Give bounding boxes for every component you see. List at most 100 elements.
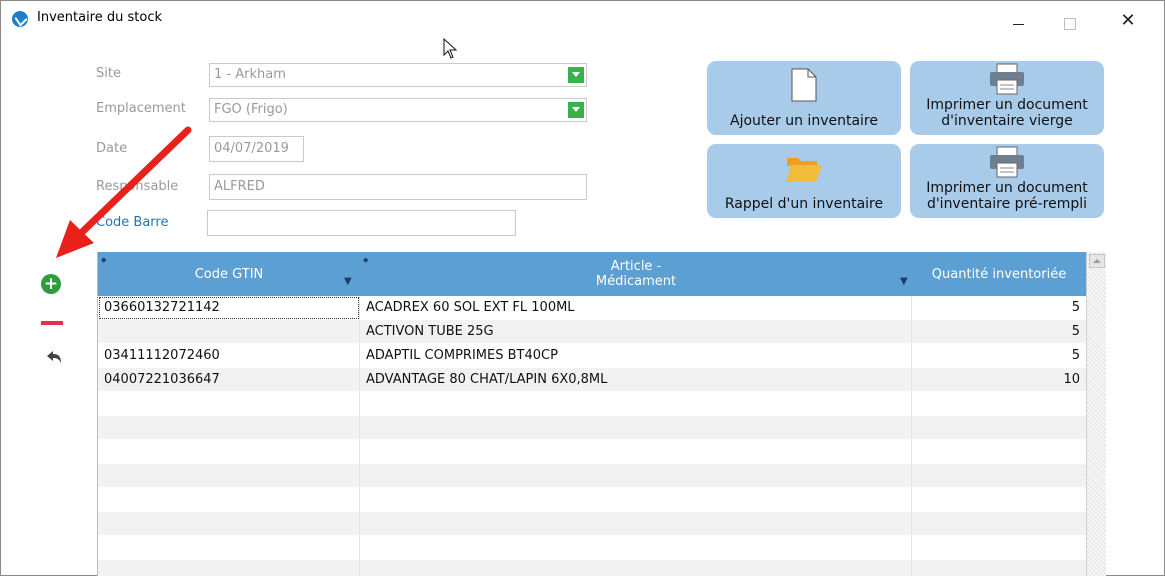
table-row[interactable]: 03411112072460 ADAPTIL COMPRIMES BT40CP 5 xyxy=(98,344,1086,368)
gtin-cell[interactable] xyxy=(98,416,360,440)
quantity-cell[interactable] xyxy=(912,560,1086,576)
close-button[interactable]: ✕ xyxy=(1105,7,1151,35)
site-label: Site xyxy=(96,66,121,81)
site-value: 1 - Arkham xyxy=(214,67,286,82)
article-cell[interactable]: ADVANTAGE 80 CHAT/LAPIN 6X0,8ML xyxy=(360,368,912,392)
quantity-cell[interactable] xyxy=(912,392,1086,416)
responsable-value: ALFRED xyxy=(214,179,265,194)
folder-open-icon xyxy=(786,158,822,182)
vertical-scrollbar[interactable] xyxy=(1086,252,1106,576)
recall-inventory-label: Rappel d'un inventaire xyxy=(724,196,884,212)
chevron-down-icon[interactable] xyxy=(568,67,584,83)
print-prefilled-button[interactable]: Imprimer un document d'inventaire pré-re… xyxy=(910,144,1104,218)
table-row[interactable] xyxy=(98,440,1086,464)
quantity-cell[interactable]: 5 xyxy=(912,296,1086,320)
table-row[interactable] xyxy=(98,464,1086,488)
quantity-cell[interactable]: 5 xyxy=(912,344,1086,368)
add-inventory-label: Ajouter un inventaire xyxy=(730,113,878,129)
gtin-cell[interactable] xyxy=(98,560,360,576)
quantity-cell[interactable] xyxy=(912,416,1086,440)
maximize-button[interactable] xyxy=(1046,7,1092,35)
responsable-field[interactable]: ALFRED xyxy=(209,174,587,200)
new-document-icon xyxy=(791,68,817,102)
print-blank-button[interactable]: Imprimer un document d'inventaire vierge xyxy=(910,61,1104,135)
app-logo-icon xyxy=(12,11,28,27)
article-cell[interactable]: ADAPTIL COMPRIMES BT40CP xyxy=(360,344,912,368)
article-cell[interactable] xyxy=(360,512,912,536)
quantity-cell[interactable]: 10 xyxy=(912,368,1086,392)
quantity-cell[interactable] xyxy=(912,440,1086,464)
article-cell[interactable] xyxy=(360,536,912,560)
date-label: Date xyxy=(96,141,128,156)
minimize-button[interactable] xyxy=(996,7,1042,35)
article-cell[interactable]: ACADREX 60 SOL EXT FL 100ML xyxy=(360,296,912,320)
emplacement-value: FGO (Frigo) xyxy=(214,102,288,117)
sort-icon[interactable]: ◆ xyxy=(363,253,368,268)
column-header-gtin[interactable]: ◆ Code GTIN ▼ xyxy=(98,252,360,296)
gtin-cell[interactable]: 03660132721142 xyxy=(98,296,360,320)
add-inventory-button[interactable]: Ajouter un inventaire xyxy=(707,61,901,135)
filter-icon[interactable]: ▼ xyxy=(900,274,908,289)
column-header-article[interactable]: ◆ Article - Médicament ▼ xyxy=(360,252,912,296)
code-barre-input[interactable] xyxy=(207,210,516,236)
grid-header: ◆ Code GTIN ▼ ◆ Article - Médicament ▼ Q… xyxy=(98,252,1086,296)
grid-body: 03660132721142 ACADREX 60 SOL EXT FL 100M… xyxy=(98,296,1086,576)
table-row[interactable]: ACTIVON TUBE 25G 5 xyxy=(98,320,1086,344)
quantity-cell[interactable] xyxy=(912,464,1086,488)
quantity-cell[interactable]: 5 xyxy=(912,320,1086,344)
emplacement-select[interactable]: FGO (Frigo) xyxy=(209,98,587,122)
inventory-window: Inventaire du stock ✕ Site 1 - Arkham Em… xyxy=(0,0,1165,576)
table-row[interactable]: 03660132721142 ACADREX 60 SOL EXT FL 100M… xyxy=(98,296,1086,320)
print-prefilled-label: Imprimer un document d'inventaire pré-re… xyxy=(926,180,1088,212)
table-row[interactable] xyxy=(98,512,1086,536)
site-select[interactable]: 1 - Arkham xyxy=(209,63,587,87)
table-row[interactable] xyxy=(98,488,1086,512)
gtin-cell[interactable]: 04007221036647 xyxy=(98,368,360,392)
responsable-label: Responsable xyxy=(96,179,179,194)
table-row[interactable] xyxy=(98,536,1086,560)
column-header-article-label: Article - Médicament xyxy=(595,259,677,289)
article-cell[interactable] xyxy=(360,416,912,440)
scroll-up-icon[interactable] xyxy=(1089,254,1105,268)
gtin-cell[interactable] xyxy=(98,488,360,512)
table-row[interactable]: 04007221036647 ADVANTAGE 80 CHAT/LAPIN 6X… xyxy=(98,368,1086,392)
gtin-cell[interactable] xyxy=(98,320,360,344)
window-title: Inventaire du stock xyxy=(37,10,162,25)
filter-icon[interactable]: ▼ xyxy=(344,274,352,289)
chevron-down-icon[interactable] xyxy=(568,102,584,118)
article-cell[interactable] xyxy=(360,560,912,576)
article-cell[interactable] xyxy=(360,392,912,416)
gtin-cell[interactable] xyxy=(98,536,360,560)
article-cell[interactable] xyxy=(360,440,912,464)
date-field[interactable]: 04/07/2019 xyxy=(209,136,304,162)
inventory-grid: ◆ Code GTIN ▼ ◆ Article - Médicament ▼ Q… xyxy=(97,252,1106,576)
add-row-icon[interactable]: + xyxy=(41,274,61,294)
quantity-cell[interactable] xyxy=(912,488,1086,512)
column-header-quantity[interactable]: Quantité inventoriée xyxy=(912,252,1086,296)
recall-inventory-button[interactable]: Rappel d'un inventaire xyxy=(707,144,901,218)
gtin-cell[interactable] xyxy=(98,440,360,464)
gtin-cell[interactable]: 03411112072460 xyxy=(98,344,360,368)
article-cell[interactable]: ACTIVON TUBE 25G xyxy=(360,320,912,344)
article-cell[interactable] xyxy=(360,464,912,488)
gtin-cell[interactable] xyxy=(98,512,360,536)
quantity-cell[interactable] xyxy=(912,512,1086,536)
table-row[interactable] xyxy=(98,392,1086,416)
title-bar: Inventaire du stock ✕ xyxy=(1,1,1164,37)
mouse-cursor-icon xyxy=(443,38,458,59)
undo-arrow-icon[interactable] xyxy=(46,349,62,368)
article-cell[interactable] xyxy=(360,488,912,512)
printer-icon xyxy=(990,63,1024,95)
remove-row-icon[interactable] xyxy=(41,321,63,325)
sort-icon[interactable]: ◆ xyxy=(101,253,106,268)
table-row[interactable] xyxy=(98,416,1086,440)
printer-icon xyxy=(990,146,1024,178)
table-row[interactable] xyxy=(98,560,1086,576)
gtin-cell[interactable] xyxy=(98,392,360,416)
print-blank-label: Imprimer un document d'inventaire vierge xyxy=(926,97,1088,129)
quantity-cell[interactable] xyxy=(912,536,1086,560)
column-header-quantity-label: Quantité inventoriée xyxy=(931,266,1067,282)
code-barre-label: Code Barre xyxy=(96,215,169,230)
date-value: 04/07/2019 xyxy=(214,141,289,156)
gtin-cell[interactable] xyxy=(98,464,360,488)
